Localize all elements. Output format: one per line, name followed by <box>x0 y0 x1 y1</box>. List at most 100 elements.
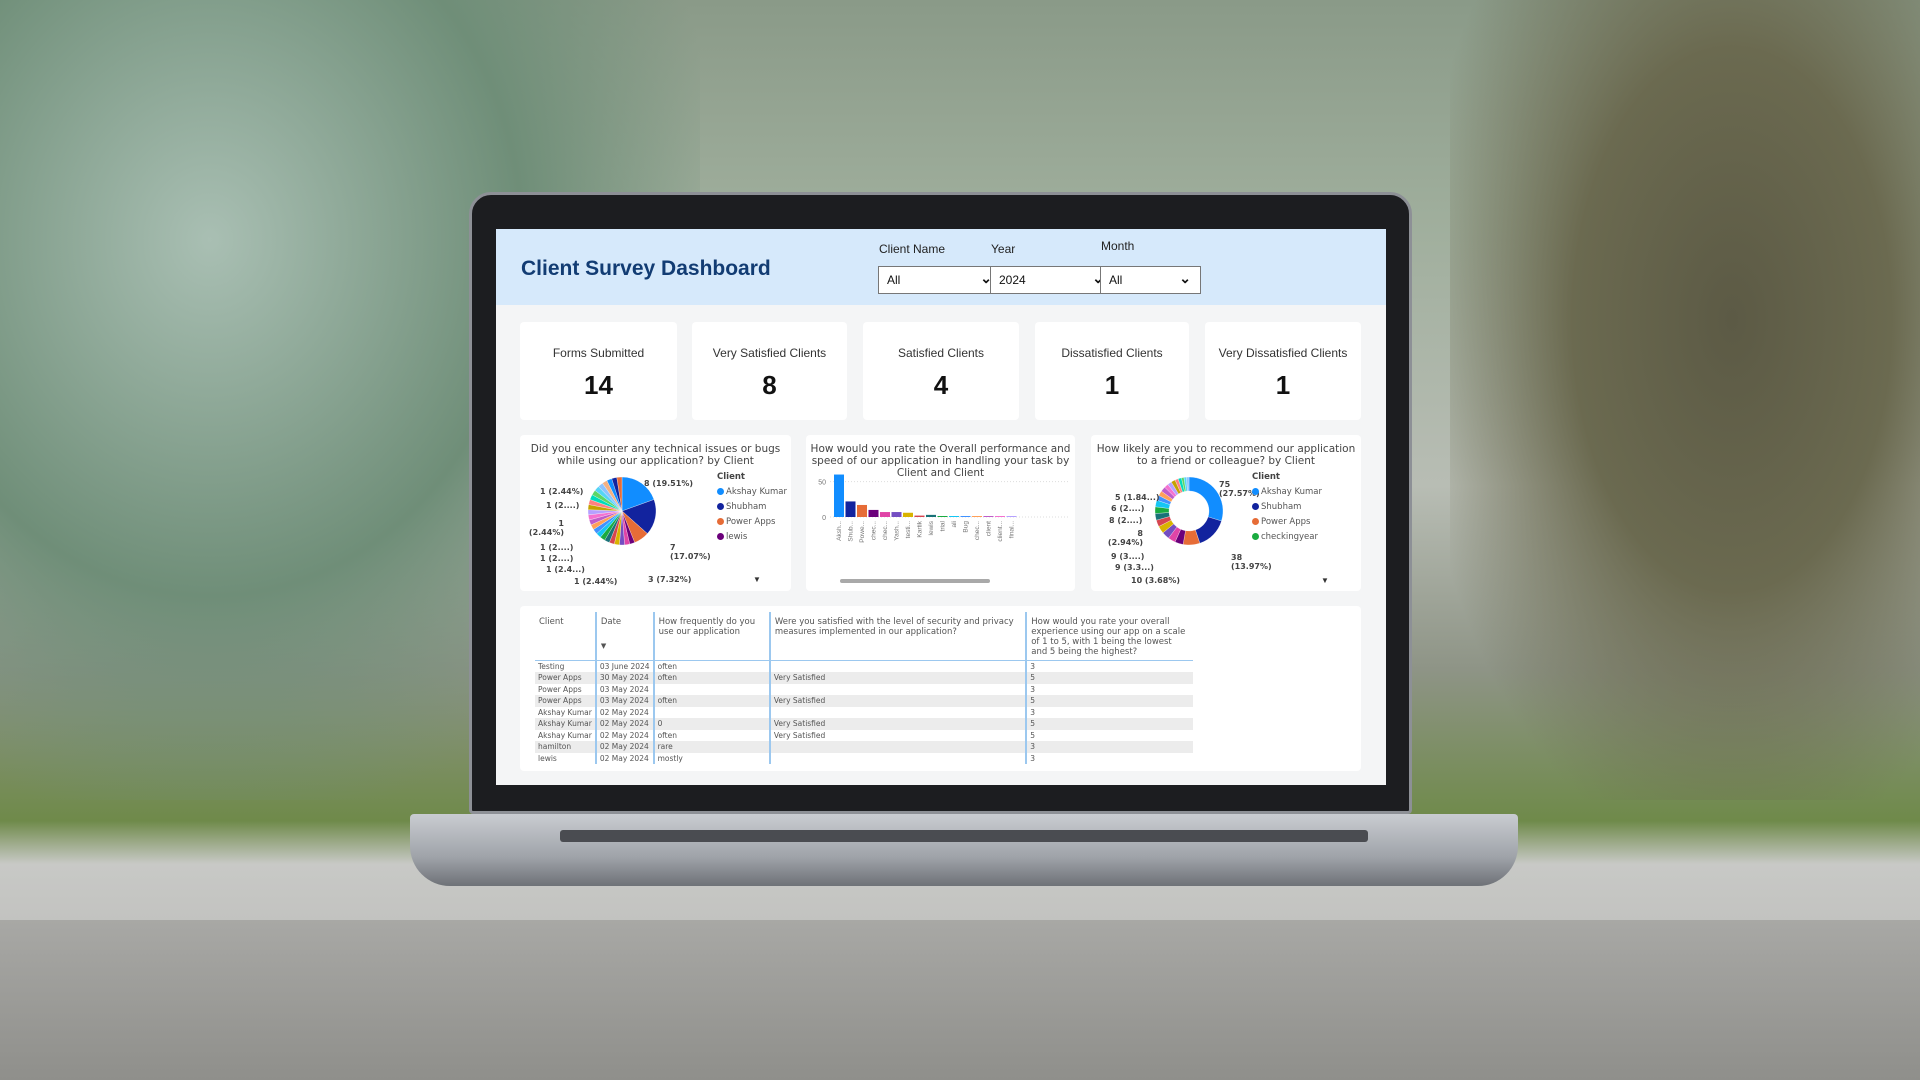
table-cell: 03 May 2024 <box>594 695 654 707</box>
legend-more-arrow-icon[interactable]: ▼ <box>1321 576 1329 585</box>
legend-label: Power Apps <box>1261 517 1311 527</box>
slice[interactable] <box>1195 516 1222 544</box>
bar[interactable] <box>834 474 844 517</box>
legend-label: Shubham <box>726 502 767 512</box>
table-cell: 5 <box>1025 695 1193 707</box>
bar[interactable] <box>995 516 1005 517</box>
data-label: 1 (2.4...) <box>546 565 585 574</box>
legend-item[interactable]: lewis <box>717 532 787 542</box>
table-row[interactable]: Power Apps 03 May 2024 3 <box>535 683 1193 695</box>
table-row[interactable]: Power Apps 03 May 2024 often Very Satisfied… <box>535 695 1193 707</box>
bar[interactable] <box>857 504 867 517</box>
data-label: 3 (7.32%) <box>648 575 692 584</box>
table-cell: Testing <box>538 662 565 671</box>
table-row[interactable]: Akshay Kumar 02 May 2024 0 Very Satisfied 5 <box>535 718 1193 730</box>
bar[interactable] <box>983 516 994 517</box>
data-label: 8 (19.51%) <box>644 479 693 488</box>
recommend-donut-panel: How likely are you to recommend our appl… <box>1091 435 1361 591</box>
client-name-value: All <box>887 273 901 287</box>
laptop-base <box>410 814 1518 886</box>
table-cell: 3 <box>1025 741 1193 753</box>
performance-bar-panel: How would you rate the Overall performan… <box>806 435 1075 591</box>
legend-item[interactable]: checkingyear <box>1252 532 1322 542</box>
bar[interactable] <box>926 514 936 517</box>
pie-legend: Client Akshay Kumar Shubham Power Apps l… <box>717 472 787 547</box>
table-cell: 03 May 2024 <box>594 683 654 695</box>
table-cell: Very Satisfied <box>768 718 1027 730</box>
kpi-label: Dissatisfied Clients <box>1061 346 1163 360</box>
x-tick-label: Shub... <box>848 521 855 542</box>
table-row[interactable]: Akshay Kumar 02 May 2024 3 <box>535 706 1193 718</box>
data-label: 9 (3....) <box>1111 552 1145 561</box>
y-tick-label: 50 <box>818 480 826 487</box>
table-row[interactable]: Testing 03 June 2024 often 3 <box>535 660 1193 672</box>
x-tick-label: chec... <box>882 521 889 540</box>
table-cell: 5 <box>1025 718 1193 730</box>
legend-title: Client <box>717 472 745 482</box>
year-dropdown[interactable]: 2024 ⌄ <box>990 266 1114 294</box>
column-header-security[interactable]: Were you satisfied with the level of sec… <box>768 612 1027 661</box>
bar[interactable] <box>880 512 890 517</box>
horizontal-scrollbar[interactable] <box>840 579 990 583</box>
table-cell <box>652 706 770 718</box>
column-header-date[interactable]: Date ▼ <box>594 612 654 661</box>
table-cell: 3 <box>1025 660 1193 672</box>
client-name-dropdown[interactable]: All ⌄ <box>878 266 1002 294</box>
data-label: 8 (2.94%) <box>1107 529 1143 547</box>
month-dropdown[interactable]: All ⌄ <box>1100 266 1201 294</box>
legend-more-arrow-icon[interactable]: ▼ <box>753 575 761 584</box>
table-cell: 3 <box>1025 683 1193 695</box>
legend-item[interactable]: Shubham <box>1252 502 1322 512</box>
column-header-frequency[interactable]: How frequently do you use our applicatio… <box>652 612 770 661</box>
bar[interactable] <box>1006 516 1017 517</box>
x-tick-label: testi... <box>905 521 912 539</box>
bar[interactable] <box>949 516 959 517</box>
x-tick-label: chec... <box>974 521 981 540</box>
background-tree-trunk <box>1450 0 1920 800</box>
table-cell: 02 May 2024 <box>594 741 654 753</box>
data-label: 38 (13.97%) <box>1231 553 1272 571</box>
kpi-value: 1 <box>1275 370 1291 400</box>
bar[interactable] <box>891 512 902 517</box>
legend-item[interactable]: Akshay Kumar <box>1252 487 1322 497</box>
x-tick-label: Bug <box>963 521 970 533</box>
bar[interactable] <box>960 516 971 517</box>
table-cell: often <box>652 695 770 707</box>
bar[interactable] <box>903 512 913 517</box>
data-label: 9 (3.3...) <box>1115 563 1154 572</box>
column-header-label: Date <box>600 617 622 627</box>
table-cell: Power Apps <box>535 695 596 707</box>
table-cell: 5 <box>1025 729 1193 741</box>
column-header-client[interactable]: Client <box>535 612 596 661</box>
x-tick-label: trial <box>940 520 947 531</box>
table-row[interactable]: lewis 02 May 2024 mostly 3 <box>535 752 1193 764</box>
data-label: 1 (2.44%) <box>540 487 584 496</box>
table-cell: 02 May 2024 <box>594 752 654 764</box>
donut-legend: Client Akshay Kumar Shubham Power Apps c… <box>1252 472 1322 547</box>
laptop-hinge <box>560 830 1368 842</box>
table-row[interactable]: hamilton 02 May 2024 rare 3 <box>535 741 1193 753</box>
bar[interactable] <box>868 509 879 517</box>
x-tick-label: Yash... <box>894 521 901 541</box>
bar-chart: 0 50 Aksh... Shub... Powe... chec... chec... Ya… <box>818 474 1068 543</box>
table-cell: 30 May 2024 <box>594 672 654 684</box>
slice[interactable] <box>1188 476 1224 522</box>
bar[interactable] <box>972 516 982 517</box>
legend-item[interactable]: Power Apps <box>1252 517 1322 527</box>
table-row[interactable]: Power Apps 30 May 2024 often Very Satisfied… <box>535 672 1193 684</box>
table-cell: 3 <box>1025 752 1193 764</box>
bar[interactable] <box>937 516 948 517</box>
table-cell: Akshay Kumar <box>535 718 596 730</box>
table-cell: 03 June 2024 <box>594 660 654 672</box>
bar[interactable] <box>845 501 856 517</box>
legend-item[interactable]: Shubham <box>717 502 787 512</box>
legend-item[interactable]: Akshay Kumar <box>717 487 787 497</box>
column-header-rating[interactable]: How would you rate your overall experien… <box>1025 612 1193 661</box>
table-cell: 02 May 2024 <box>594 729 654 741</box>
legend-title: Client <box>1252 472 1280 482</box>
legend-item[interactable]: Power Apps <box>717 517 787 527</box>
dashboard-header: Client Survey Dashboard Client Name All ⌄… <box>496 229 1386 305</box>
kpi-label: Very Dissatisfied Clients <box>1218 346 1348 360</box>
table-row[interactable]: Akshay Kumar 02 May 2024 often Very Satisfi… <box>535 729 1193 741</box>
bar[interactable] <box>914 515 925 517</box>
